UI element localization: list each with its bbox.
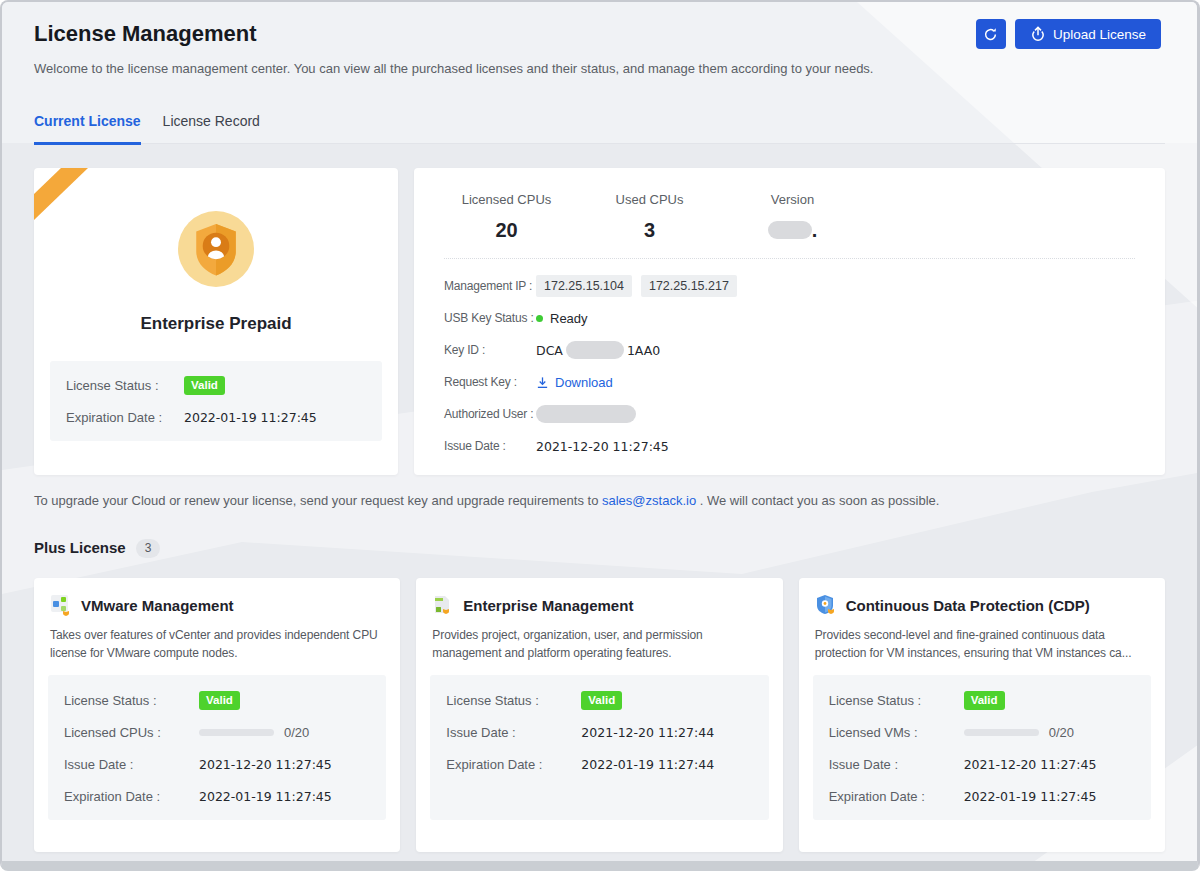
license-detail-card: Licensed CPUs 20 Used CPUs 3 Version .	[414, 168, 1165, 475]
ip-chip: 172.25.15.217	[641, 275, 737, 297]
cdp-icon	[815, 594, 837, 616]
row-usb-key-status: USB Key Status Ready	[444, 302, 1135, 334]
redacted-key-id	[566, 341, 624, 359]
license-shield-icon	[178, 211, 254, 287]
plus-card-info-box: License Status Valid Licensed VMs 0/20 I…	[813, 675, 1151, 820]
license-status-badge: Valid	[581, 691, 622, 710]
redacted-authorized-user	[536, 405, 636, 423]
divider	[444, 258, 1135, 259]
plus-license-header: Plus License 3	[34, 537, 1165, 559]
page-subtitle: Welcome to the license management center…	[34, 60, 1165, 78]
sales-email-link[interactable]: sales@zstack.io	[602, 493, 696, 508]
download-link[interactable]: Download	[536, 375, 613, 390]
plus-card-description: Takes over features of vCenter and provi…	[48, 626, 386, 662]
refresh-button[interactable]	[976, 19, 1006, 49]
tab-current-license[interactable]: Current License	[34, 112, 141, 145]
stat-licensed-cpus: Licensed CPUs 20	[444, 192, 569, 242]
license-stats: Licensed CPUs 20 Used CPUs 3 Version .	[444, 192, 1135, 242]
license-status-badge: Valid	[964, 691, 1005, 710]
row-management-ip: Management IP 172.25.15.104 172.25.15.21…	[444, 270, 1135, 302]
license-status-badge: Valid	[199, 691, 240, 710]
upload-icon	[1030, 26, 1046, 42]
refresh-icon	[983, 27, 998, 42]
row-issue-date: Issue Date 2021-12-20 11:27:45	[444, 430, 1135, 462]
usage-progress-bar	[199, 729, 274, 736]
upload-license-button[interactable]: Upload License	[1015, 19, 1161, 49]
vmware-management-icon	[50, 594, 72, 616]
plus-license-count-badge: 3	[136, 539, 161, 558]
plus-card-description: Provides project, organization, user, an…	[430, 626, 768, 662]
expiration-date-value: 2022-01-19 11:27:45	[184, 410, 317, 425]
plus-card-enterprise: Enterprise Management Provides project, …	[416, 578, 782, 852]
row-request-key: Request Key Download	[444, 366, 1135, 398]
plus-card-vmware: VMware Management Takes over features of…	[34, 578, 400, 852]
status-dot	[536, 315, 543, 322]
usb-key-status-value: Ready	[550, 311, 588, 326]
stat-used-cpus: Used CPUs 3	[587, 192, 712, 242]
header-actions: Upload License	[976, 19, 1161, 49]
tab-license-record[interactable]: License Record	[163, 112, 260, 143]
license-status-label: License Status	[66, 378, 184, 393]
license-status-badge: Valid	[184, 376, 225, 395]
tab-bar: Current License License Record	[34, 112, 1165, 144]
usage-quota: 0/20	[284, 725, 309, 740]
download-icon	[536, 376, 549, 389]
plus-card-info-box: License Status Valid Issue Date 2021-12-…	[430, 675, 768, 820]
row-authorized-user: Authorized User	[444, 398, 1135, 430]
plus-card-cdp: Continuous Data Protection (CDP) Provide…	[799, 578, 1165, 852]
upgrade-note: To upgrade your Cloud or renew your lice…	[34, 491, 1165, 511]
license-management-page: License Management Welcome to the licens…	[0, 0, 1200, 871]
plus-card-info-box: License Status Valid Licensed CPUs 0/20 …	[48, 675, 386, 820]
stat-version: Version .	[730, 192, 855, 242]
plus-card-description: Provides second-level and fine-grained c…	[813, 626, 1151, 662]
usage-progress-bar	[964, 729, 1039, 736]
current-license-card: Enterprise Prepaid License Status Valid …	[34, 168, 398, 475]
page-header: License Management Welcome to the licens…	[2, 2, 1197, 78]
expiration-date-label: Expiration Date	[66, 410, 184, 425]
ip-chip: 172.25.15.104	[536, 275, 632, 297]
redacted-version	[768, 221, 812, 239]
enterprise-management-icon	[432, 594, 454, 616]
plus-license-title: Plus License	[34, 537, 126, 559]
license-name: Enterprise Prepaid	[34, 309, 398, 339]
license-status-box: License Status Valid Expiration Date 202…	[50, 361, 382, 441]
usage-quota: 0/20	[1049, 725, 1074, 740]
row-key-id: Key ID DCA 1AA0	[444, 334, 1135, 366]
